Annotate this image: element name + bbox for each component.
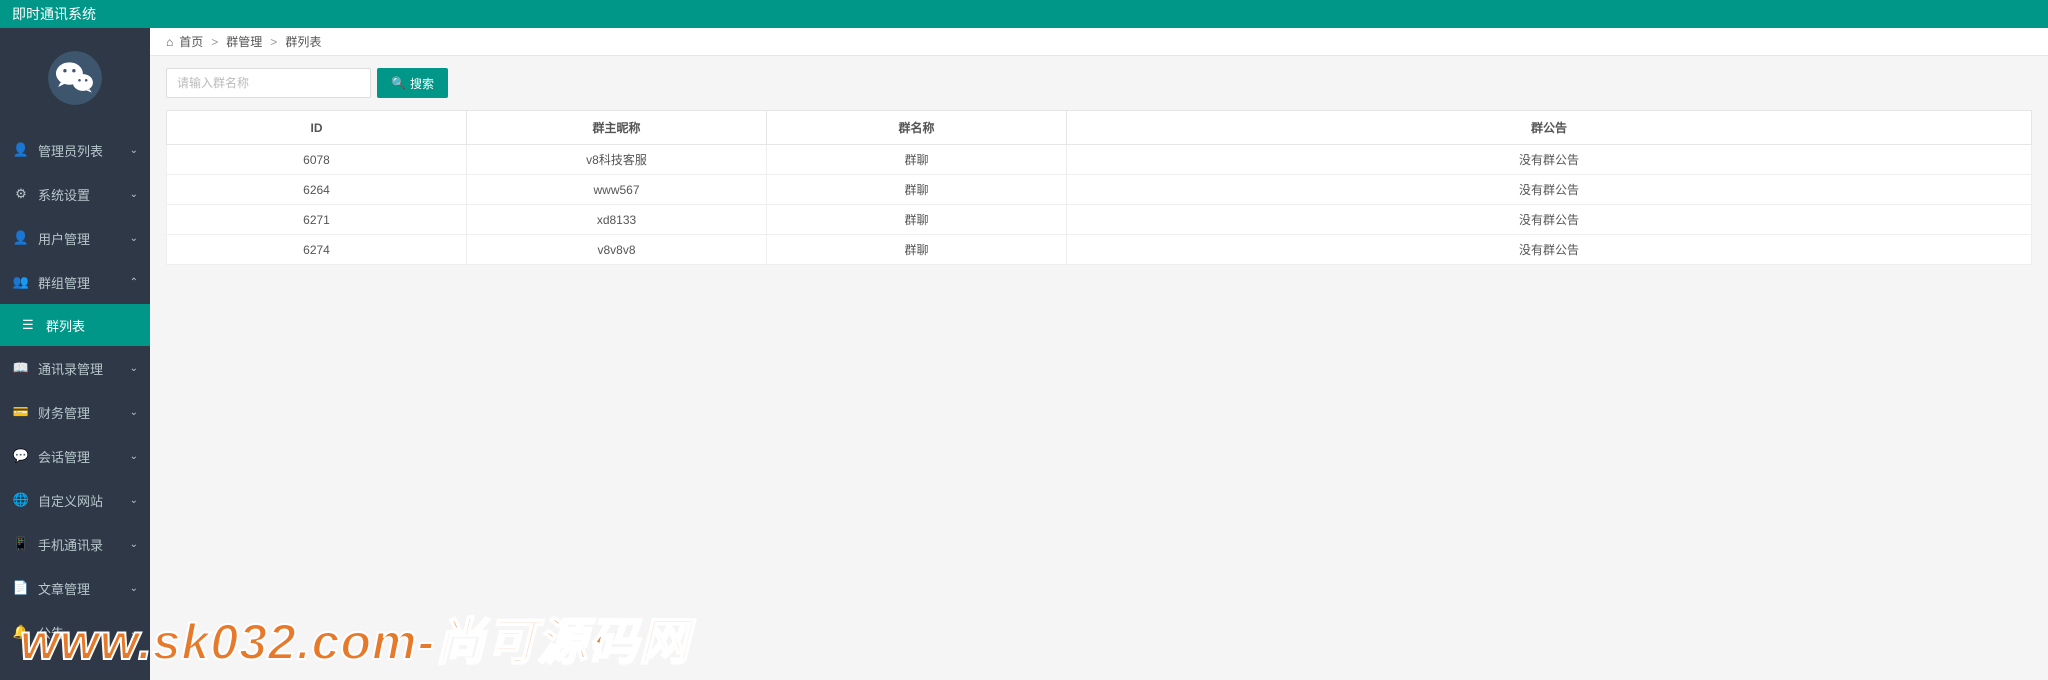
sidebar-item-system-settings[interactable]: ⚙ 系统设置 ⌄ <box>0 172 150 216</box>
sidebar-item-label: 系统设置 <box>38 185 90 204</box>
sidebar-item-admin-list[interactable]: 👤 管理员列表 ⌄ <box>0 128 150 172</box>
chevron-down-icon: ⌄ <box>130 145 138 156</box>
cell-name: 群聊 <box>767 145 1067 175</box>
search-button-label: 搜索 <box>410 75 434 92</box>
th-name: 群名称 <box>767 111 1067 145</box>
chat-icon: 💬 <box>14 448 28 464</box>
cell-notice: 没有群公告 <box>1067 145 2032 175</box>
globe-icon: 🌐 <box>14 492 28 508</box>
gear-icon: ⚙ <box>14 186 28 202</box>
cell-notice: 没有群公告 <box>1067 205 2032 235</box>
content: 🔍 搜索 ID 群主昵称 群名称 群公告 6078 v8科技客服 群聊 没有群公… <box>150 56 2048 277</box>
chevron-down-icon: ⌄ <box>130 583 138 594</box>
cell-owner: v8科技客服 <box>467 145 767 175</box>
cell-owner: v8v8v8 <box>467 235 767 265</box>
sidebar-item-label: 文章管理 <box>38 579 90 598</box>
cell-owner: www567 <box>467 175 767 205</box>
list-icon: ☰ <box>22 317 36 333</box>
breadcrumb-sep: > <box>270 35 277 49</box>
main: ⌂ 首页 > 群管理 > 群列表 🔍 搜索 ID 群主昵称 群名称 群公告 <box>150 28 2048 680</box>
breadcrumb-l2[interactable]: 群管理 <box>226 33 262 50</box>
book-icon: 📖 <box>14 360 28 376</box>
sidebar-item-article-management[interactable]: 📄 文章管理 ⌄ <box>0 566 150 610</box>
search-row: 🔍 搜索 <box>166 68 2032 98</box>
chevron-down-icon: ⌄ <box>130 363 138 374</box>
sidebar-item-label: 手机通讯录 <box>38 535 103 554</box>
table-header-row: ID 群主昵称 群名称 群公告 <box>167 111 2032 145</box>
table-row[interactable]: 6271 xd8133 群聊 没有群公告 <box>167 205 2032 235</box>
search-icon: 🔍 <box>391 76 406 90</box>
breadcrumb: ⌂ 首页 > 群管理 > 群列表 <box>150 28 2048 56</box>
wechat-logo-icon <box>47 50 103 106</box>
cell-id: 6078 <box>167 145 467 175</box>
sidebar-item-label: 用户管理 <box>38 229 90 248</box>
chevron-up-icon: ⌃ <box>130 277 138 288</box>
cell-id: 6271 <box>167 205 467 235</box>
sidebar-item-label: 群列表 <box>46 316 85 335</box>
chevron-down-icon: ⌄ <box>130 627 138 638</box>
cell-name: 群聊 <box>767 205 1067 235</box>
breadcrumb-l3: 群列表 <box>285 33 321 50</box>
phone-icon: 📱 <box>14 536 28 552</box>
doc-icon: 📄 <box>14 580 28 596</box>
top-bar: 即时通讯系统 <box>0 0 2048 28</box>
logo <box>0 28 150 128</box>
sidebar: 👤 管理员列表 ⌄ ⚙ 系统设置 ⌄ 👤 用户管理 ⌄ 👥 群组管理 ⌃ ☰ 群… <box>0 28 150 680</box>
chevron-down-icon: ⌄ <box>130 233 138 244</box>
sidebar-subitem-group-list[interactable]: ☰ 群列表 <box>0 304 150 346</box>
cell-name: 群聊 <box>767 175 1067 205</box>
sidebar-item-announcement[interactable]: 🔔 公告 ⌄ <box>0 610 150 654</box>
table-row[interactable]: 6274 v8v8v8 群聊 没有群公告 <box>167 235 2032 265</box>
cell-name: 群聊 <box>767 235 1067 265</box>
home-icon: ⌂ <box>166 35 173 49</box>
cell-notice: 没有群公告 <box>1067 175 2032 205</box>
sidebar-item-contacts-management[interactable]: 📖 通讯录管理 ⌄ <box>0 346 150 390</box>
th-id: ID <box>167 111 467 145</box>
chevron-down-icon: ⌄ <box>130 495 138 506</box>
search-input[interactable] <box>166 68 371 98</box>
breadcrumb-sep: > <box>211 35 218 49</box>
cell-id: 6264 <box>167 175 467 205</box>
chevron-down-icon: ⌄ <box>130 539 138 550</box>
sidebar-item-label: 财务管理 <box>38 403 90 422</box>
group-table: ID 群主昵称 群名称 群公告 6078 v8科技客服 群聊 没有群公告 626… <box>166 110 2032 265</box>
app-title: 即时通讯系统 <box>12 4 96 24</box>
chevron-down-icon: ⌄ <box>130 407 138 418</box>
cell-id: 6274 <box>167 235 467 265</box>
chevron-down-icon: ⌄ <box>130 451 138 462</box>
sidebar-item-user-management[interactable]: 👤 用户管理 ⌄ <box>0 216 150 260</box>
sidebar-item-label: 公告 <box>38 623 64 642</box>
sidebar-item-phone-contacts[interactable]: 📱 手机通讯录 ⌄ <box>0 522 150 566</box>
search-button[interactable]: 🔍 搜索 <box>377 68 448 98</box>
sidebar-item-session-management[interactable]: 💬 会话管理 ⌄ <box>0 434 150 478</box>
sidebar-item-group-management[interactable]: 👥 群组管理 ⌃ <box>0 260 150 304</box>
cell-notice: 没有群公告 <box>1067 235 2032 265</box>
chevron-down-icon: ⌄ <box>130 189 138 200</box>
th-owner: 群主昵称 <box>467 111 767 145</box>
bell-icon: 🔔 <box>14 624 28 640</box>
sidebar-item-custom-site[interactable]: 🌐 自定义网站 ⌄ <box>0 478 150 522</box>
sidebar-item-label: 自定义网站 <box>38 491 103 510</box>
sidebar-item-label: 会话管理 <box>38 447 90 466</box>
sidebar-item-finance-management[interactable]: 💳 财务管理 ⌄ <box>0 390 150 434</box>
breadcrumb-home[interactable]: 首页 <box>179 33 203 50</box>
person-icon: 👤 <box>14 142 28 158</box>
table-row[interactable]: 6078 v8科技客服 群聊 没有群公告 <box>167 145 2032 175</box>
sidebar-item-label: 通讯录管理 <box>38 359 103 378</box>
table-row[interactable]: 6264 www567 群聊 没有群公告 <box>167 175 2032 205</box>
sidebar-item-label: 群组管理 <box>38 273 90 292</box>
people-icon: 👥 <box>14 274 28 290</box>
person-icon: 👤 <box>14 230 28 246</box>
sidebar-item-label: 管理员列表 <box>38 141 103 160</box>
th-notice: 群公告 <box>1067 111 2032 145</box>
card-icon: 💳 <box>14 404 28 420</box>
cell-owner: xd8133 <box>467 205 767 235</box>
